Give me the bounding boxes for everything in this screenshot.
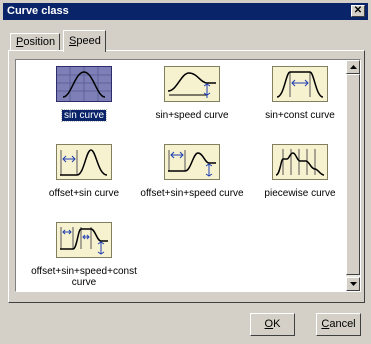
sin-speed-curve-icon bbox=[164, 66, 220, 102]
list-item-label: sin curve bbox=[60, 109, 108, 122]
list-item-label: offset+sin curve bbox=[48, 188, 120, 199]
piecewise-curve-icon bbox=[272, 144, 328, 180]
list-item-label: piecewise curve bbox=[264, 188, 336, 199]
list-item-sin-speed-curve[interactable]: sin+speed curve bbox=[137, 66, 247, 126]
list-item-offset-sin-curve[interactable]: offset+sin curve bbox=[29, 144, 139, 204]
list-item-sin-curve[interactable]: sin curve bbox=[29, 66, 139, 126]
scroll-down-button[interactable] bbox=[346, 277, 360, 291]
curve-list-view[interactable]: sin curve sin+speed curve sin+const curv… bbox=[15, 59, 361, 292]
scroll-up-arrow-icon bbox=[350, 65, 357, 69]
scroll-down-arrow-icon bbox=[350, 282, 357, 286]
title-bar[interactable]: Curve class ✕ bbox=[3, 3, 368, 20]
cancel-button[interactable]: Cancel bbox=[316, 313, 361, 336]
list-item-offset-sin-speed-const-curve[interactable]: offset+sin+speed+const curve bbox=[29, 222, 139, 292]
list-item-sin-const-curve[interactable]: sin+const curve bbox=[245, 66, 355, 126]
ok-button[interactable]: OK bbox=[250, 313, 295, 336]
list-item-offset-sin-speed-curve[interactable]: offset+sin+speed curve bbox=[137, 144, 247, 204]
tab-speed[interactable]: Speed bbox=[63, 30, 106, 52]
vertical-scrollbar[interactable] bbox=[346, 60, 360, 291]
cancel-button-label: ancel bbox=[329, 318, 356, 330]
sin-const-curve-icon bbox=[272, 66, 328, 102]
sin-curve-icon bbox=[56, 66, 112, 102]
close-icon: ✕ bbox=[353, 5, 363, 16]
close-button[interactable]: ✕ bbox=[351, 5, 365, 17]
offset-sin-speed-curve-icon bbox=[164, 144, 220, 180]
ok-button-label: K bbox=[273, 318, 281, 330]
offset-sin-curve-icon bbox=[56, 144, 112, 180]
tab-position[interactable]: Position bbox=[10, 33, 61, 51]
scroll-thumb[interactable] bbox=[346, 74, 360, 275]
tab-position-label: osition bbox=[23, 36, 56, 48]
list-item-label: sin+const curve bbox=[265, 110, 335, 121]
window-title: Curve class bbox=[7, 5, 69, 17]
list-item-label: sin+speed curve bbox=[155, 110, 229, 121]
list-item-piecewise-curve[interactable]: piecewise curve bbox=[245, 144, 355, 204]
scroll-up-button[interactable] bbox=[346, 60, 360, 74]
tab-speed-label: peed bbox=[76, 35, 101, 47]
offset-sin-speed-const-curve-icon bbox=[56, 222, 112, 258]
curve-class-dialog: Curve class ✕ Position Speed sin curve s… bbox=[0, 0, 371, 344]
list-item-label: offset+sin+speed curve bbox=[140, 188, 244, 199]
ok-button-mnemonic: O bbox=[264, 318, 274, 330]
list-item-label: offset+sin+speed+const curve bbox=[31, 266, 137, 288]
